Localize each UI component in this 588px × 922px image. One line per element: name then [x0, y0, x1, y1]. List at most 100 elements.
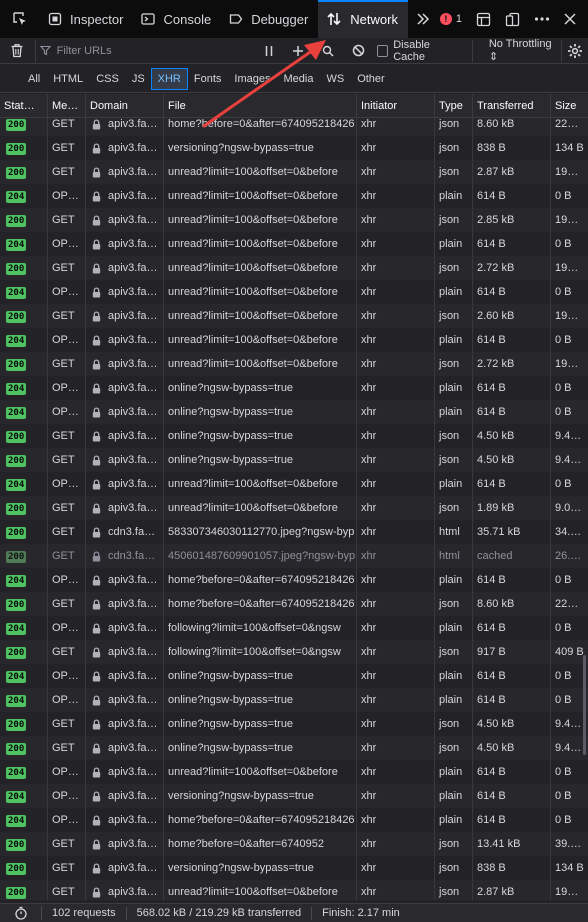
table-row[interactable]: 200 GET apiv3.fa… unread?limit=100&offset=0…	[0, 496, 588, 520]
table-row[interactable]: 200 GET apiv3.fa… unread?limit=100&offset=0…	[0, 256, 588, 280]
method-cell: OP…	[48, 184, 86, 208]
table-row[interactable]: 200 GET apiv3.fa… home?before=0&after=67409…	[0, 832, 588, 856]
transferred-cell: 2.72 kB	[473, 256, 551, 280]
type-tab-all[interactable]: All	[22, 69, 46, 89]
size-cell: 0 B	[555, 238, 572, 250]
devtools-toolbar: Inspector Console Debugger Network ! 1	[0, 0, 588, 38]
table-row[interactable]: 204 OP… apiv3.fa… home?before=0&after=67409…	[0, 808, 588, 832]
network-icon	[327, 12, 341, 26]
table-row[interactable]: 204 OP… apiv3.fa… unread?limit=100&offset=0…	[0, 760, 588, 784]
column-header-type[interactable]: Type	[435, 94, 473, 118]
status-cell: 204	[0, 472, 48, 496]
domain-cell: apiv3.fa…	[86, 640, 164, 664]
split-console-icon[interactable]	[476, 12, 491, 27]
table-row[interactable]: 204 OP… apiv3.fa… following?limit=100&offse…	[0, 616, 588, 640]
type-tab-css[interactable]: CSS	[90, 69, 125, 89]
column-header-transferred[interactable]: Transferred	[473, 94, 551, 118]
table-row[interactable]: 200 GET apiv3.fa… unread?limit=100&offset=0…	[0, 880, 588, 900]
type-tab-media[interactable]: Media	[277, 69, 319, 89]
type-tab-html[interactable]: HTML	[47, 69, 89, 89]
table-row[interactable]: 204 OP… apiv3.fa… online?ngsw-bypass=true xh…	[0, 376, 588, 400]
initiator-cell: xhr	[357, 448, 435, 472]
file-cell: unread?limit=100&offset=0&before	[164, 328, 357, 352]
type-tab-images[interactable]: Images	[228, 69, 276, 89]
table-row[interactable]: 200 GET apiv3.fa… online?ngsw-bypass=true xh…	[0, 424, 588, 448]
table-row[interactable]: 200 GET cdn3.fa… 583307346030112770.jpeg?ng…	[0, 520, 588, 544]
domain-text: apiv3.fa…	[108, 382, 158, 394]
table-row[interactable]: 200 GET apiv3.fa… unread?limit=100&offset=0…	[0, 160, 588, 184]
domain-cell: apiv3.fa…	[86, 856, 164, 880]
performance-analysis-button[interactable]	[0, 906, 42, 920]
table-row[interactable]: 200 GET apiv3.fa… versioning?ngsw-bypass=tr…	[0, 136, 588, 160]
close-icon[interactable]	[564, 13, 576, 25]
method-cell: GET	[48, 304, 86, 328]
block-requests-icon[interactable]	[352, 44, 365, 57]
throttling-select[interactable]: No Throttling ⇕	[471, 38, 561, 63]
table-row[interactable]: 204 OP… apiv3.fa… unread?limit=100&offset=0…	[0, 328, 588, 352]
tab-network[interactable]: Network	[318, 0, 408, 38]
pause-icon[interactable]	[264, 45, 274, 57]
initiator-cell: xhr	[357, 808, 435, 832]
status-badge: 204	[6, 575, 27, 587]
table-row[interactable]: 204 OP… apiv3.fa… versioning?ngsw-bypass=tr…	[0, 784, 588, 808]
file-cell: online?ngsw-bypass=true	[164, 712, 357, 736]
column-header-method[interactable]: Me…	[48, 94, 86, 118]
table-row[interactable]: 204 OP… apiv3.fa… online?ngsw-bypass=true xh…	[0, 664, 588, 688]
error-counter[interactable]: ! 1	[439, 13, 462, 25]
domain-cell: apiv3.fa…	[86, 448, 164, 472]
tab-inspector[interactable]: Inspector	[40, 0, 133, 38]
table-row[interactable]: 200 GET apiv3.fa… home?before=0&after=67409…	[0, 118, 588, 136]
clear-requests-button[interactable]	[0, 43, 35, 58]
table-row[interactable]: 200 GET apiv3.fa… online?ngsw-bypass=true xh…	[0, 712, 588, 736]
tab-console[interactable]: Console	[133, 0, 221, 38]
table-row[interactable]: 200 GET apiv3.fa… versioning?ngsw-bypass=tr…	[0, 856, 588, 880]
table-row[interactable]: 204 OP… apiv3.fa… online?ngsw-bypass=true xh…	[0, 400, 588, 424]
tab-debugger[interactable]: Debugger	[221, 0, 318, 38]
request-list-scrollbar[interactable]	[583, 655, 586, 755]
table-row[interactable]: 204 OP… apiv3.fa… unread?limit=100&offset=0…	[0, 472, 588, 496]
table-row[interactable]: 200 GET apiv3.fa… unread?limit=100&offset=0…	[0, 352, 588, 376]
dock-toggle-icon[interactable]	[505, 12, 520, 27]
size-cell: 19…	[555, 262, 579, 274]
table-row[interactable]: 200 GET apiv3.fa… online?ngsw-bypass=true xh…	[0, 736, 588, 760]
network-settings-button[interactable]	[561, 39, 588, 62]
column-header-domain[interactable]: Domain	[86, 94, 164, 118]
transferred-cell: 614 B	[473, 760, 551, 784]
filter-urls-input[interactable]: Filter URLs	[34, 39, 218, 62]
table-row[interactable]: 200 GET apiv3.fa… home?before=0&after=67409…	[0, 592, 588, 616]
initiator-cell: xhr	[357, 208, 435, 232]
column-header-initiator[interactable]: Initiator	[357, 94, 435, 118]
table-row[interactable]: 200 GET apiv3.fa… unread?limit=100&offset=0…	[0, 304, 588, 328]
size-cell: 0 B	[555, 406, 572, 418]
table-row[interactable]: 204 OP… apiv3.fa… online?ngsw-bypass=true xh…	[0, 688, 588, 712]
lock-icon	[92, 623, 101, 634]
column-header-file[interactable]: File	[164, 94, 357, 118]
table-row[interactable]: 204 OP… apiv3.fa… unread?limit=100&offset=0…	[0, 184, 588, 208]
element-picker-button[interactable]	[0, 0, 40, 38]
domain-text: apiv3.fa…	[108, 406, 158, 418]
table-row[interactable]: 200 GET apiv3.fa… following?limit=100&offse…	[0, 640, 588, 664]
type-tab-xhr[interactable]: XHR	[150, 67, 188, 90]
status-badge: 200	[6, 431, 27, 443]
add-request-icon[interactable]	[292, 45, 304, 57]
table-row[interactable]: 204 OP… apiv3.fa… unread?limit=100&offset=0…	[0, 232, 588, 256]
column-header-status[interactable]: Stat…	[0, 94, 48, 118]
table-row[interactable]: 200 GET cdn3.fa… 450601487609901057.jpeg?ng…	[0, 544, 588, 568]
table-row[interactable]: 200 GET apiv3.fa… online?ngsw-bypass=true xh…	[0, 448, 588, 472]
more-options-icon[interactable]	[534, 16, 550, 22]
type-tab-other[interactable]: Other	[351, 69, 391, 89]
initiator-cell: xhr	[357, 880, 435, 900]
table-row[interactable]: 200 GET apiv3.fa… unread?limit=100&offset=0…	[0, 208, 588, 232]
disable-cache-toggle[interactable]: Disable Cache	[365, 39, 462, 63]
more-tools-button[interactable]	[408, 0, 438, 38]
type-tab-fonts[interactable]: Fonts	[188, 69, 228, 89]
method-cell: OP…	[48, 808, 86, 832]
type-tab-js[interactable]: JS	[126, 69, 151, 89]
disable-cache-checkbox[interactable]	[376, 44, 389, 57]
table-row[interactable]: 204 OP… apiv3.fa… unread?limit=100&offset=0…	[0, 280, 588, 304]
search-icon[interactable]	[322, 45, 334, 57]
column-header-size[interactable]: Size	[551, 94, 588, 118]
type-tab-ws[interactable]: WS	[320, 69, 350, 89]
table-row[interactable]: 204 OP… apiv3.fa… home?before=0&after=67409…	[0, 568, 588, 592]
status-badge: 204	[6, 239, 27, 251]
